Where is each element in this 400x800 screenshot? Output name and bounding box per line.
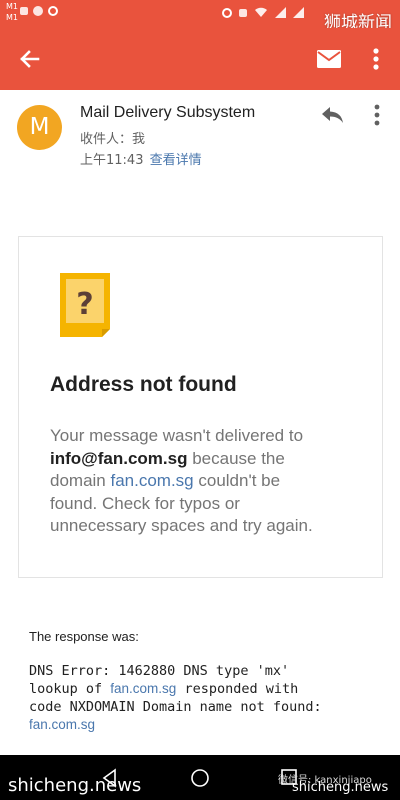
more-vert-icon xyxy=(374,104,380,126)
status-notification-icons xyxy=(20,6,58,16)
response-details: DNS Error: 1462880 DNS type 'mx' lookup … xyxy=(29,662,379,734)
wifi-icon xyxy=(255,7,267,17)
response-line: fan.com.sg xyxy=(29,716,379,734)
sim-badge-icon xyxy=(20,7,28,15)
card-text: domain xyxy=(50,471,111,490)
watermark-bottom-left: shicheng.news xyxy=(8,775,142,796)
card-text: unnecessary spaces and try again. xyxy=(50,516,313,535)
carrier-label-1: M1 xyxy=(6,2,18,11)
arrow-back-icon xyxy=(20,50,40,68)
notification-icon xyxy=(33,6,43,16)
carrier-label-2: M1 xyxy=(6,13,18,22)
response-line: lookup of fan.com.sg responded with xyxy=(29,680,379,698)
response-line: DNS Error: 1462880 DNS type 'mx' xyxy=(29,663,290,679)
reply-button[interactable] xyxy=(320,104,346,126)
card-text: Your message wasn't delivered to xyxy=(50,426,304,445)
message-header: M Mail Delivery Subsystem 收件人：我 上午11:43 … xyxy=(0,90,400,180)
recipient-email[interactable]: info@fan.com.sg xyxy=(50,449,187,468)
more-vert-icon xyxy=(373,48,379,70)
response-text: lookup of xyxy=(29,681,111,697)
recipient-line: 收件人：我 xyxy=(80,132,146,147)
response-line: code NXDOMAIN Domain name not found: xyxy=(29,699,322,715)
back-button[interactable] xyxy=(14,44,46,74)
toolbar-more-button[interactable] xyxy=(364,44,388,74)
vibrate-icon xyxy=(239,8,247,17)
status-system-icons xyxy=(222,7,304,18)
alarm-icon xyxy=(222,7,232,18)
signal-icon xyxy=(293,7,304,18)
message-more-button[interactable] xyxy=(366,102,388,128)
card-text: couldn't be xyxy=(193,471,281,490)
question-mark-icon: ? xyxy=(56,267,116,339)
reply-icon xyxy=(322,107,343,123)
envelope-icon xyxy=(317,50,341,68)
domain-link[interactable]: fan.com.sg xyxy=(110,471,193,490)
sender-name: Mail Delivery Subsystem xyxy=(80,104,256,121)
signal-icon xyxy=(275,7,286,18)
card-text: found. Check for typos or xyxy=(50,493,240,513)
watermark-bottom-right: shicheng.news xyxy=(292,780,389,795)
svg-text:?: ? xyxy=(76,287,93,322)
mark-unread-button[interactable] xyxy=(314,46,344,72)
response-label: The response was: xyxy=(29,629,139,644)
nav-home-icon[interactable] xyxy=(190,768,210,788)
status-bar: M1 M1 狮城新闻 xyxy=(0,0,400,33)
app-icon xyxy=(48,6,58,16)
delivery-failure-card: ? Address not found Your message wasn't … xyxy=(18,236,383,578)
time-line: 上午11:43 查看详情 xyxy=(80,149,202,168)
card-title: Address not found xyxy=(50,373,237,396)
response-domain-link[interactable]: fan.com.sg xyxy=(29,717,95,732)
response-text: responded with xyxy=(176,681,299,697)
view-details-link[interactable]: 查看详情 xyxy=(150,153,202,168)
response-domain-link[interactable]: fan.com.sg xyxy=(110,681,176,696)
card-message: Your message wasn't delivered to info@fa… xyxy=(50,425,370,538)
app-toolbar xyxy=(0,28,400,90)
message-time: 上午11:43 xyxy=(80,153,144,168)
avatar[interactable]: M xyxy=(17,105,62,150)
card-text: because the xyxy=(187,448,285,468)
